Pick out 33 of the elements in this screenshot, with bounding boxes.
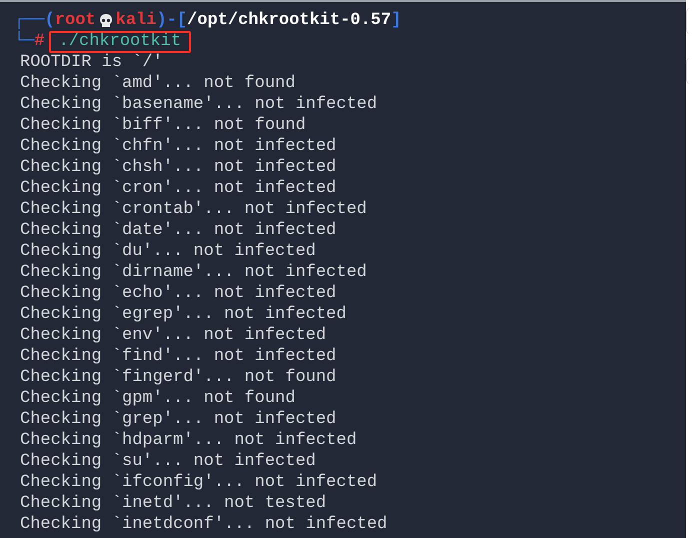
output-line: Checking `date'... not infected <box>20 220 336 241</box>
output-line: Checking `biff'... not found <box>20 115 306 136</box>
output-line: Checking `fingerd'... not found <box>20 367 336 388</box>
output-line: Checking `find'... not infected <box>20 346 336 367</box>
output-line: Checking `gpm'... not found <box>20 388 296 409</box>
output-line: Checking `env'... not infected <box>20 325 326 346</box>
output-line: Checking `inetdconf'... not infected <box>20 514 388 535</box>
prompt-user: root <box>54 10 96 31</box>
output-line: Checking `basename'... not infected <box>20 94 378 115</box>
prompt-frame: ┌──( <box>14 10 55 31</box>
output-line: Checking `amd'... not found <box>20 73 296 94</box>
output-line: Checking `cron'... not infected <box>20 178 336 199</box>
output-line: Checking `su'... not infected <box>20 451 316 472</box>
skull-icon <box>98 12 114 28</box>
prompt-frame: └─ <box>14 31 34 52</box>
output-line: Checking `grep'... not infected <box>20 409 336 430</box>
output-line: Checking `hdparm'... not infected <box>20 430 357 451</box>
command-text: ./chkrootkit <box>48 30 192 52</box>
prompt-host: kali <box>116 10 156 31</box>
output-line: Checking `chsh'... not infected <box>20 157 336 178</box>
prompt-frame: ] <box>391 10 402 31</box>
output-line: Checking `inetd'... not tested <box>20 493 326 514</box>
output-line: Checking `echo'... not infected <box>20 283 336 304</box>
output-line: Checking `egrep'... not infected <box>20 304 346 325</box>
output-line: Checking `dirname'... not infected <box>20 262 367 283</box>
output-line: Checking `chfn'... not infected <box>20 136 336 157</box>
output-line: Checking `du'... not infected <box>20 241 316 262</box>
output-line: Checking `crontab'... not infected <box>20 199 367 220</box>
output-line: Checking `ifconfig'... not infected <box>20 472 378 493</box>
prompt-symbol: # <box>34 32 45 52</box>
prompt-frame: )-[ <box>156 10 188 31</box>
prompt-path: /opt/chkrootkit-0.57 <box>187 10 392 31</box>
output-line: ROOTDIR is `/' <box>20 52 163 73</box>
